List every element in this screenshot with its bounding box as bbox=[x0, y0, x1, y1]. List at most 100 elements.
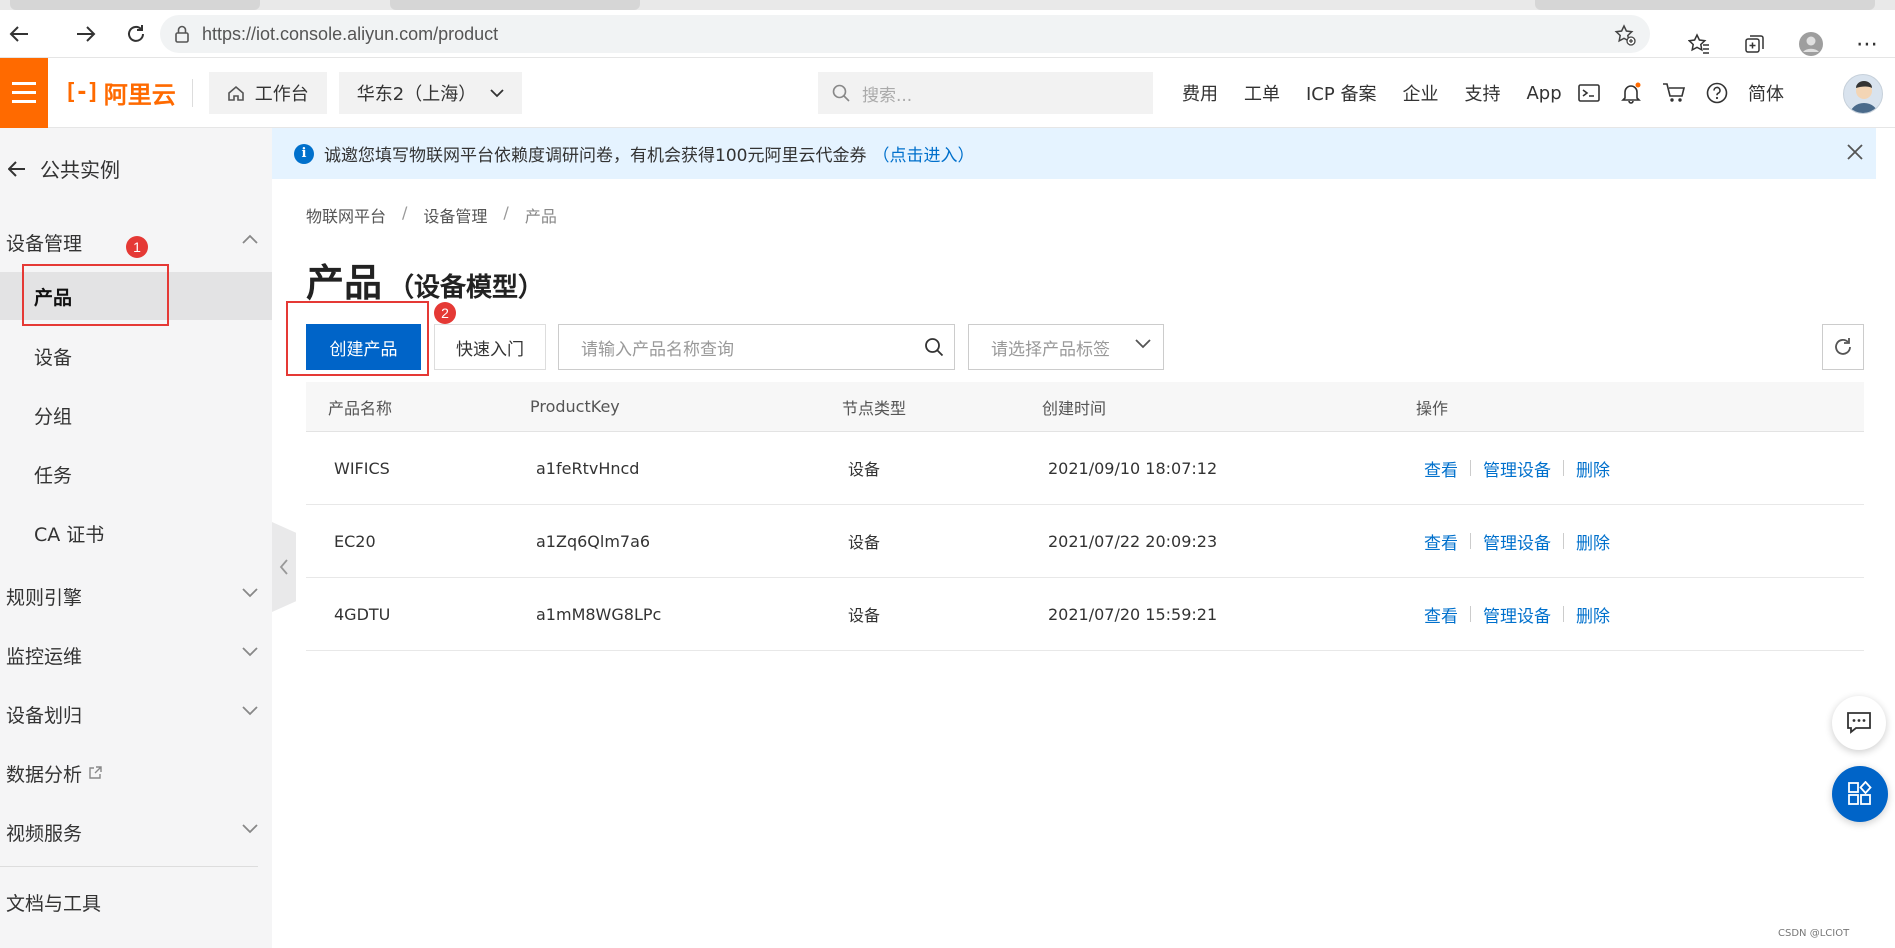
browser-tab[interactable] bbox=[1535, 0, 1875, 10]
back-arrow-icon bbox=[8, 160, 25, 177]
terminal-icon[interactable] bbox=[1578, 83, 1600, 103]
profile-icon[interactable] bbox=[1783, 31, 1839, 57]
table-row: WIFICS a1feRtvHncd 设备 2021/09/10 18:07:1… bbox=[306, 432, 1864, 505]
top-links: 费用 工单 ICP 备案 企业 支持 App bbox=[1182, 58, 1588, 128]
logo-text: 阿里云 bbox=[103, 81, 176, 109]
sidebar-item-ca-cert[interactable]: CA 证书 bbox=[0, 509, 272, 557]
divider bbox=[191, 78, 193, 107]
product-search-input[interactable]: 请输入产品名称查询 bbox=[558, 324, 955, 370]
sidebar-item-label: 任务 bbox=[34, 464, 73, 487]
refresh-button[interactable] bbox=[1822, 324, 1864, 370]
cell-node-type: 设备 bbox=[848, 460, 881, 479]
forward-arrow-icon[interactable] bbox=[67, 15, 105, 53]
sidebar-collapse-handle[interactable] bbox=[272, 522, 296, 612]
breadcrumb-separator: / bbox=[402, 203, 408, 222]
cell-node-type: 设备 bbox=[848, 533, 881, 552]
menu-group-label: 设备划归 bbox=[6, 704, 83, 727]
view-link[interactable]: 查看 bbox=[1424, 529, 1458, 554]
chevron-left-icon bbox=[279, 559, 288, 575]
nav-link-fees[interactable]: 费用 bbox=[1182, 80, 1218, 106]
home-icon bbox=[227, 85, 244, 101]
divider bbox=[1563, 533, 1564, 549]
quickstart-button[interactable]: 快速入门 bbox=[434, 324, 546, 370]
info-icon: i bbox=[294, 143, 314, 164]
breadcrumb-iot-platform[interactable]: 物联网平台 bbox=[306, 203, 386, 227]
annotation-box-product bbox=[22, 264, 169, 326]
sidebar-item-group[interactable]: 分组 bbox=[0, 391, 272, 439]
chevron-up-icon bbox=[242, 234, 258, 244]
browser-tab-strip bbox=[0, 0, 1895, 10]
language-switch[interactable]: 简体 bbox=[1748, 80, 1784, 106]
cell-actions: 查看 管理设备 删除 bbox=[1424, 578, 1610, 650]
page-title-main: 产品 bbox=[306, 261, 383, 305]
breadcrumb-separator: / bbox=[503, 203, 509, 222]
browser-tab[interactable] bbox=[390, 0, 640, 10]
nav-link-app[interactable]: App bbox=[1526, 83, 1561, 104]
menu-group-video[interactable]: 视频服务 bbox=[0, 808, 272, 856]
view-link[interactable]: 查看 bbox=[1424, 456, 1458, 481]
more-icon[interactable]: ⋯ bbox=[1839, 32, 1895, 57]
notice-link[interactable]: （点击进入） bbox=[872, 141, 974, 166]
breadcrumb-current: 产品 bbox=[524, 207, 557, 226]
close-icon[interactable] bbox=[1846, 143, 1864, 161]
manage-devices-link[interactable]: 管理设备 bbox=[1483, 529, 1551, 554]
external-link-icon bbox=[89, 766, 102, 779]
delete-link[interactable]: 删除 bbox=[1576, 456, 1610, 481]
annotation-badge-1: 1 bbox=[126, 236, 148, 258]
menu-group-monitoring[interactable]: 监控运维 bbox=[0, 631, 272, 679]
sidebar-item-task[interactable]: 任务 bbox=[0, 450, 272, 498]
delete-link[interactable]: 删除 bbox=[1576, 602, 1610, 627]
manage-devices-link[interactable]: 管理设备 bbox=[1483, 456, 1551, 481]
menu-group-device-transfer[interactable]: 设备划归 bbox=[0, 690, 272, 738]
page-title: 产品 （设备模型） bbox=[306, 252, 544, 307]
nav-link-tickets[interactable]: 工单 bbox=[1244, 80, 1280, 106]
nav-link-enterprise[interactable]: 企业 bbox=[1402, 80, 1438, 106]
menu-group-docs-tools[interactable]: 文档与工具 bbox=[0, 878, 272, 926]
cell-actions: 查看 管理设备 删除 bbox=[1424, 505, 1610, 577]
region-label: 华东2（上海） bbox=[356, 83, 477, 105]
help-icon[interactable] bbox=[1706, 82, 1728, 104]
menu-group-rule-engine[interactable]: 规则引擎 bbox=[0, 572, 272, 620]
product-search-placeholder: 请输入产品名称查询 bbox=[581, 339, 734, 360]
divider bbox=[1563, 460, 1564, 476]
cell-name: WIFICS bbox=[334, 458, 390, 478]
console-search-input[interactable]: 搜索... bbox=[818, 72, 1153, 114]
divider bbox=[1470, 533, 1471, 549]
browser-tab[interactable] bbox=[10, 0, 260, 10]
bell-icon[interactable] bbox=[1620, 82, 1642, 104]
collections-icon[interactable] bbox=[1727, 33, 1783, 55]
notice-text: 诚邀您填写物联网平台依赖度调研问卷，有机会获得100元阿里云代金券 bbox=[324, 146, 867, 166]
view-link[interactable]: 查看 bbox=[1424, 602, 1458, 627]
search-icon[interactable] bbox=[924, 337, 944, 357]
back-arrow-icon[interactable] bbox=[0, 15, 38, 53]
back-to-instance[interactable]: 公共实例 bbox=[8, 154, 120, 183]
top-icons: 简体 bbox=[1578, 58, 1784, 128]
aliyun-logo[interactable]: [-] 阿里云 bbox=[64, 75, 176, 110]
menu-group-data-analysis[interactable]: 数据分析 bbox=[0, 749, 272, 797]
product-tag-select[interactable]: 请选择产品标签 bbox=[968, 324, 1164, 370]
nav-link-icp[interactable]: ICP 备案 bbox=[1306, 80, 1376, 106]
cart-icon[interactable] bbox=[1662, 82, 1686, 104]
feedback-chat-button[interactable] bbox=[1832, 696, 1886, 750]
menu-group-label: 规则引擎 bbox=[6, 586, 83, 609]
cell-name: EC20 bbox=[334, 531, 376, 551]
quick-apps-button[interactable] bbox=[1832, 766, 1888, 822]
favorites-icon[interactable] bbox=[1671, 33, 1727, 55]
avatar[interactable] bbox=[1843, 74, 1883, 114]
workbench-button[interactable]: 工作台 bbox=[208, 71, 327, 114]
table-header: 产品名称 ProductKey 节点类型 创建时间 操作 bbox=[306, 382, 1864, 432]
sidebar-item-device[interactable]: 设备 bbox=[0, 332, 272, 380]
delete-link[interactable]: 删除 bbox=[1576, 529, 1610, 554]
favorite-add-icon[interactable] bbox=[1614, 24, 1636, 46]
menu-group-label: 视频服务 bbox=[6, 822, 83, 845]
breadcrumb-device-management[interactable]: 设备管理 bbox=[423, 203, 487, 227]
region-select[interactable]: 华东2（上海） bbox=[338, 71, 523, 114]
nav-link-support[interactable]: 支持 bbox=[1464, 80, 1500, 106]
menu-icon[interactable] bbox=[0, 57, 48, 128]
url-bar[interactable]: https://iot.console.aliyun.com/product bbox=[160, 15, 1650, 53]
manage-devices-link[interactable]: 管理设备 bbox=[1483, 602, 1551, 627]
cell-created: 2021/09/10 18:07:12 bbox=[1048, 458, 1218, 478]
table-row: 4GDTU a1mM8WG8LPc 设备 2021/07/20 15:59:21… bbox=[306, 578, 1864, 651]
table-row: EC20 a1Zq6Qlm7a6 设备 2021/07/22 20:09:23 … bbox=[306, 505, 1864, 578]
reload-icon[interactable] bbox=[117, 15, 155, 53]
